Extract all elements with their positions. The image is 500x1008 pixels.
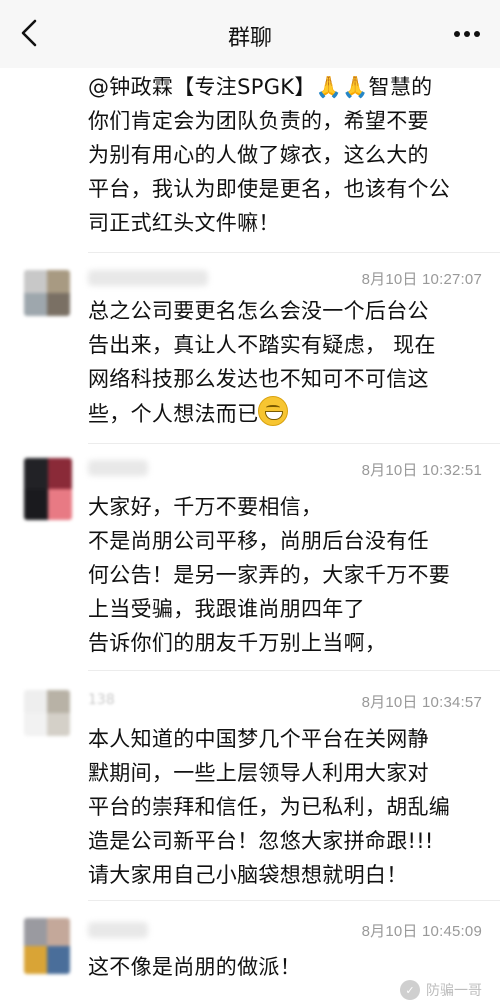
more-button[interactable] bbox=[452, 22, 482, 46]
message-text: 本人知道的中国梦几个平台在关网静 默期间，一些上层领导人利用大家对 平台的崇拜和… bbox=[88, 727, 451, 887]
sender-name-blurred bbox=[88, 922, 148, 938]
wechat-icon: ✓ bbox=[400, 980, 420, 1000]
avatar[interactable] bbox=[24, 690, 70, 736]
divider bbox=[88, 252, 500, 253]
message-text: 大家好，千万不要相信， 不是尚朋公司平移，尚朋后台没有任 何公告！是另一家弄的，… bbox=[88, 495, 451, 655]
avatar[interactable] bbox=[24, 918, 70, 974]
sender-name-blurred bbox=[88, 460, 148, 476]
message-text: 这不像是尚朋的做派！ bbox=[88, 955, 301, 979]
more-dots-icon bbox=[454, 31, 480, 37]
message-time: 8月10日 10:27:07 bbox=[361, 271, 482, 288]
sender-name-blurred bbox=[88, 270, 208, 286]
top-bar: 群聊 bbox=[0, 0, 500, 68]
message-text: @钟政霖【专注SPGK】🙏🙏智慧的 你们肯定会为团队负责的，希望不要 为别有用心… bbox=[88, 75, 451, 235]
message-time: 8月10日 10:34:57 bbox=[361, 694, 482, 711]
sender-name-blurred: 138 bbox=[88, 692, 115, 708]
avatar[interactable] bbox=[24, 270, 70, 316]
divider bbox=[88, 670, 500, 671]
watermark-text: 防骗一哥 bbox=[426, 983, 482, 999]
message-text: 总之公司要更名怎么会没一个后台公 告出来，真让人不踏实有疑虑， 现在 网络科技那… bbox=[88, 294, 492, 431]
page-title: 群聊 bbox=[227, 26, 272, 51]
message-time: 8月10日 10:45:09 bbox=[361, 923, 482, 940]
grin-emoji-icon bbox=[258, 396, 289, 426]
avatar[interactable] bbox=[24, 458, 72, 520]
message-time: 8月10日 10:32:51 bbox=[361, 462, 482, 479]
divider bbox=[88, 443, 500, 444]
watermark: ✓ 防骗一哥 bbox=[400, 980, 482, 1000]
divider bbox=[88, 900, 500, 901]
